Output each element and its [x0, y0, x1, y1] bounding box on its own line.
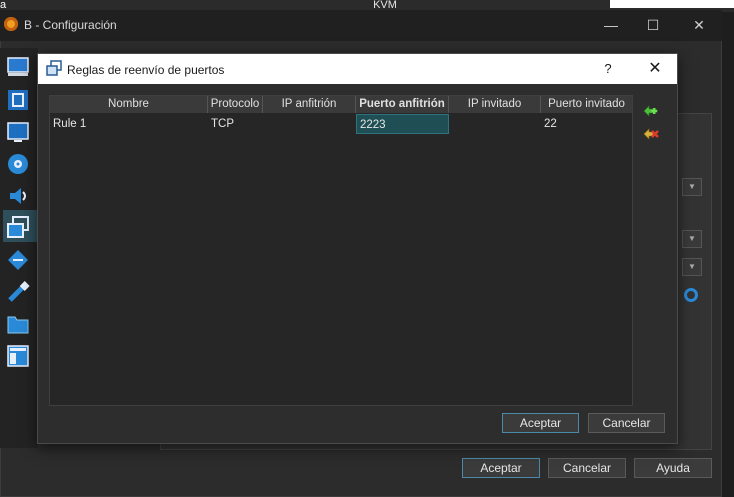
- add-rule-icon: [643, 105, 658, 117]
- column-header-host-port[interactable]: Puerto anfitrión: [356, 96, 449, 113]
- dropdown-arrow-button[interactable]: ▼: [682, 230, 702, 248]
- port-forwarding-table: [49, 95, 633, 406]
- remove-rule-icon: [643, 128, 659, 140]
- add-rule-button[interactable]: [643, 104, 659, 118]
- network-icon: [7, 216, 29, 238]
- accept-button[interactable]: Aceptar: [462, 458, 540, 478]
- table-cell-host-ip[interactable]: [263, 114, 356, 134]
- dialog-cancel-button[interactable]: Cancelar: [588, 413, 665, 433]
- column-header-guest-ip[interactable]: IP invitado: [449, 96, 541, 113]
- dropdown-arrow-button[interactable]: ▼: [682, 178, 702, 196]
- dropdown-arrow-button[interactable]: ▼: [682, 258, 702, 276]
- audio-icon: [10, 188, 26, 204]
- sidebar-item-user-interface[interactable]: [6, 344, 30, 368]
- table-cell-name[interactable]: Rule 1: [50, 114, 208, 134]
- column-header-host-ip[interactable]: IP anfitrión: [263, 96, 356, 113]
- sidebar-item-storage[interactable]: [6, 152, 30, 176]
- storage-icon: [8, 154, 28, 174]
- usb-icon: [8, 281, 30, 302]
- display-icon: [7, 122, 29, 142]
- column-header-guest-port[interactable]: Puerto invitado: [541, 96, 632, 113]
- user-interface-icon: [7, 345, 29, 367]
- table-cell-protocol[interactable]: TCP: [208, 114, 263, 134]
- sidebar-item-shared-folders[interactable]: [6, 312, 30, 336]
- shared-folders-icon: [7, 316, 29, 334]
- column-header-protocol[interactable]: Protocolo: [208, 96, 263, 113]
- sidebar-item-serial-ports[interactable]: [6, 248, 30, 272]
- sidebar-item-system[interactable]: [6, 88, 30, 112]
- minimize-button[interactable]: —: [596, 14, 626, 36]
- sidebar-item-display[interactable]: [6, 120, 30, 144]
- background-edge: [722, 12, 734, 497]
- general-icon: [7, 57, 29, 76]
- system-icon: [8, 90, 28, 110]
- sidebar-item-usb[interactable]: [6, 280, 30, 304]
- sidebar-item-general[interactable]: [6, 55, 30, 79]
- dialog-accept-button[interactable]: Aceptar: [502, 413, 579, 433]
- maximize-button[interactable]: ☐: [638, 14, 668, 36]
- sidebar-item-network[interactable]: [6, 215, 30, 239]
- help-button[interactable]: Ayuda: [634, 458, 712, 478]
- serial-ports-icon: [8, 250, 28, 270]
- dialog-title: Reglas de reenvío de puertos: [67, 63, 225, 77]
- table-cell-host-port[interactable]: 2223: [356, 114, 449, 134]
- dialog-help-button[interactable]: ?: [598, 59, 618, 79]
- virtualbox-app-icon: [4, 17, 18, 31]
- sidebar-item-audio[interactable]: [6, 184, 30, 208]
- window-title: B - Configuración: [24, 18, 117, 32]
- background-text: a: [0, 0, 7, 11]
- network-icon: [46, 60, 62, 76]
- table-cell-guest-ip[interactable]: [449, 114, 541, 134]
- cancel-button[interactable]: Cancelar: [548, 458, 626, 478]
- background-window: [610, 0, 734, 8]
- column-header-name[interactable]: Nombre: [50, 96, 208, 113]
- refresh-icon[interactable]: [684, 288, 698, 302]
- table-cell-guest-port[interactable]: 22: [541, 114, 632, 134]
- dialog-close-button[interactable]: ✕: [644, 59, 666, 79]
- remove-rule-button[interactable]: [643, 127, 659, 141]
- window-close-button[interactable]: ✕: [684, 14, 714, 36]
